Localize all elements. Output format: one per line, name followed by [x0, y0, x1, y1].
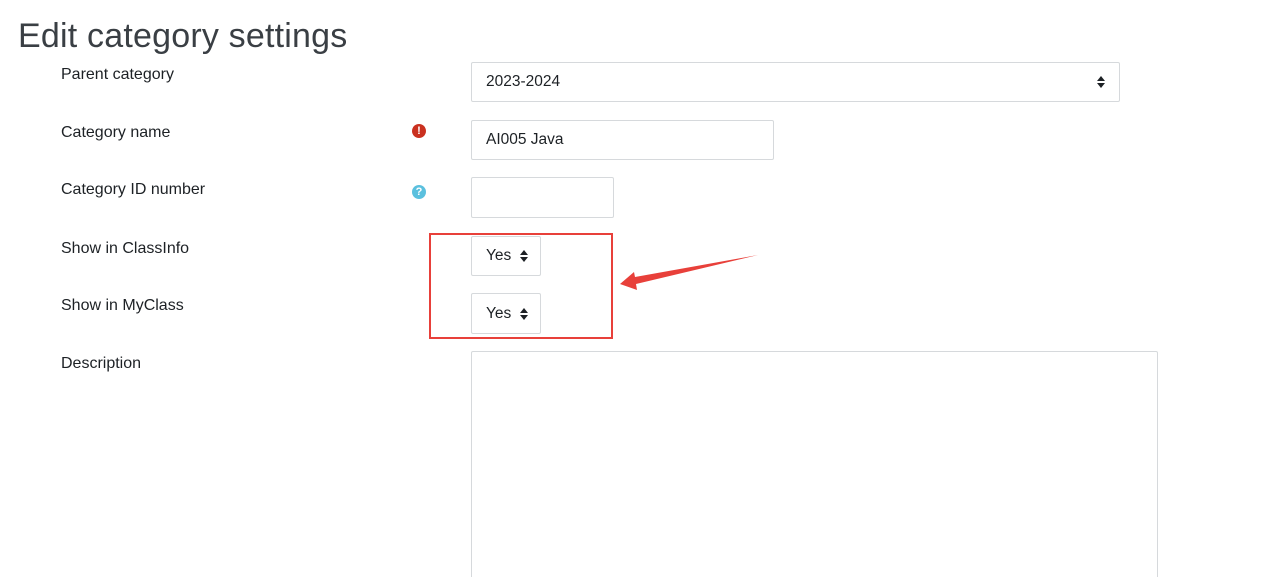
parent-category-select[interactable]: 2023-2024: [471, 62, 1120, 102]
annotation-arrow-shape: [620, 255, 758, 290]
exclamation-circle-icon: !: [412, 124, 426, 138]
show-in-myclass-label: Show in MyClass: [61, 297, 184, 314]
category-name-value: AI005 Java: [486, 131, 564, 148]
category-id-number-input[interactable]: [471, 177, 614, 218]
annotation-arrow-icon: [620, 255, 758, 290]
parent-category-label: Parent category: [61, 66, 174, 83]
select-arrows-icon: [1095, 75, 1107, 89]
parent-category-value: 2023-2024: [486, 73, 561, 90]
question-circle-icon[interactable]: ?: [412, 185, 426, 199]
page-title: Edit category settings: [18, 17, 348, 55]
category-id-number-label: Category ID number: [61, 181, 206, 198]
category-name-label: Category name: [61, 124, 171, 141]
description-label: Description: [61, 355, 142, 372]
show-in-classinfo-label: Show in ClassInfo: [61, 240, 190, 257]
description-textarea[interactable]: [471, 351, 1158, 577]
annotation-highlight-box: [429, 233, 613, 339]
category-name-input[interactable]: AI005 Java: [471, 120, 774, 160]
edit-category-page: Edit category settings Parent category 2…: [0, 0, 1280, 577]
